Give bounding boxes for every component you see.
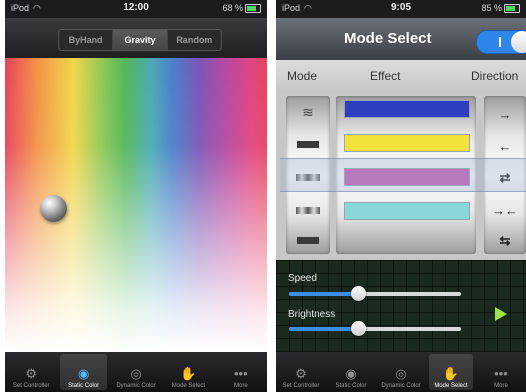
direction-option[interactable]: →← (484, 196, 526, 224)
picker-selection-indicator (280, 158, 526, 192)
mode-select-screen: iPod ◠ 9:05 85 % Mode Select Mode Effect … (276, 0, 526, 392)
brightness-fill (289, 327, 358, 331)
eye-icon: ◉ (77, 366, 90, 381)
slider-panel: Speed Brightness (276, 260, 526, 352)
tab-dynamic-color[interactable]: ◎ Dynamic Color (376, 352, 426, 392)
picker-column-header: Mode Effect Direction (276, 60, 526, 91)
brightness-slider[interactable] (289, 321, 461, 336)
brightness-thumb[interactable] (350, 321, 366, 336)
direction-column-label: Direction (471, 69, 519, 83)
tab-more[interactable]: ••• More (476, 352, 526, 392)
more-dots-icon: ••• (494, 366, 508, 381)
dynamic-eye-icon: ◎ (130, 366, 142, 381)
gear-icon: ⚙ (25, 366, 38, 381)
effect-option[interactable] (344, 134, 470, 152)
brightness-label: Brightness (288, 309, 336, 320)
direction-option[interactable]: ← (484, 132, 526, 160)
page-title: Mode Select (344, 30, 432, 47)
tab-set-controller[interactable]: ⚙ Set Controller (276, 352, 326, 392)
dashed-bar-icon (297, 236, 319, 244)
direction-option[interactable]: ⇆ (484, 227, 526, 255)
status-bar: iPod ◠ 9:05 85 % (276, 0, 526, 18)
gradient-bar-icon (296, 206, 320, 214)
segment-byhand[interactable]: ByHand (59, 30, 114, 50)
play-icon[interactable] (495, 307, 507, 321)
battery-percent: 85 % (481, 3, 502, 13)
battery-icon (504, 4, 520, 14)
eye-icon: ◉ (345, 366, 357, 381)
more-dots-icon: ••• (234, 366, 248, 381)
static-color-screen: iPod ◠ 12:00 68 % ByHand Gravity Random ⚙… (5, 0, 267, 392)
effect-option[interactable] (344, 100, 470, 118)
wave-icon: ≋ (302, 103, 314, 120)
status-bar: iPod ◠ 12:00 68 % (5, 0, 267, 18)
tab-static-color[interactable]: ◉ Static Color (326, 352, 376, 392)
tab-more[interactable]: ••• More (215, 352, 267, 392)
tab-bar: ⚙ Set Controller ◉ Static Color ◎ Dynami… (5, 352, 267, 392)
effect-option[interactable] (344, 202, 470, 220)
tab-dynamic-color[interactable]: ◎ Dynamic Color (110, 352, 162, 392)
toggle-knob[interactable] (511, 31, 526, 53)
mode-option[interactable] (286, 226, 330, 254)
speed-thumb[interactable] (350, 286, 366, 301)
toggle-on-mark (499, 37, 501, 47)
mode-option[interactable] (286, 130, 330, 158)
tab-static-color[interactable]: ◉ Static Color (57, 352, 109, 392)
direction-option[interactable]: → (484, 100, 526, 128)
segment-gravity[interactable]: Gravity (113, 30, 168, 50)
color-palette[interactable] (5, 58, 267, 352)
mode-option[interactable]: ≋ (286, 98, 330, 126)
hand-icon: ✋ (442, 366, 460, 381)
mode-option[interactable] (286, 196, 330, 224)
tab-set-controller[interactable]: ⚙ Set Controller (5, 352, 57, 392)
battery-icon (245, 4, 261, 14)
speed-label: Speed (288, 273, 317, 284)
dynamic-eye-icon: ◎ (395, 366, 407, 381)
tab-mode-select[interactable]: ✋ Mode Select (426, 352, 476, 392)
speed-fill (289, 292, 358, 296)
tab-mode-select[interactable]: ✋ Mode Select (162, 352, 214, 392)
effect-column-label: Effect (370, 69, 401, 83)
gear-icon: ⚙ (295, 366, 307, 381)
solid-bar-icon (297, 140, 319, 148)
hand-icon: ✋ (180, 366, 197, 381)
gravity-ball[interactable] (40, 195, 67, 222)
segment-random[interactable]: Random (168, 30, 221, 50)
power-toggle[interactable] (476, 30, 526, 54)
tab-bar: ⚙ Set Controller ◉ Static Color ◎ Dynami… (276, 352, 526, 392)
navigation-bar: Mode Select (276, 18, 526, 61)
battery-percent: 68 % (222, 3, 243, 13)
segmented-control: ByHand Gravity Random (58, 29, 222, 51)
speed-slider[interactable] (289, 286, 461, 301)
mode-picker: ≋ → ← ⇄ →← ⇆ (276, 90, 526, 260)
mode-column-label: Mode (287, 69, 318, 83)
mode-segment-bar: ByHand Gravity Random (5, 18, 267, 58)
